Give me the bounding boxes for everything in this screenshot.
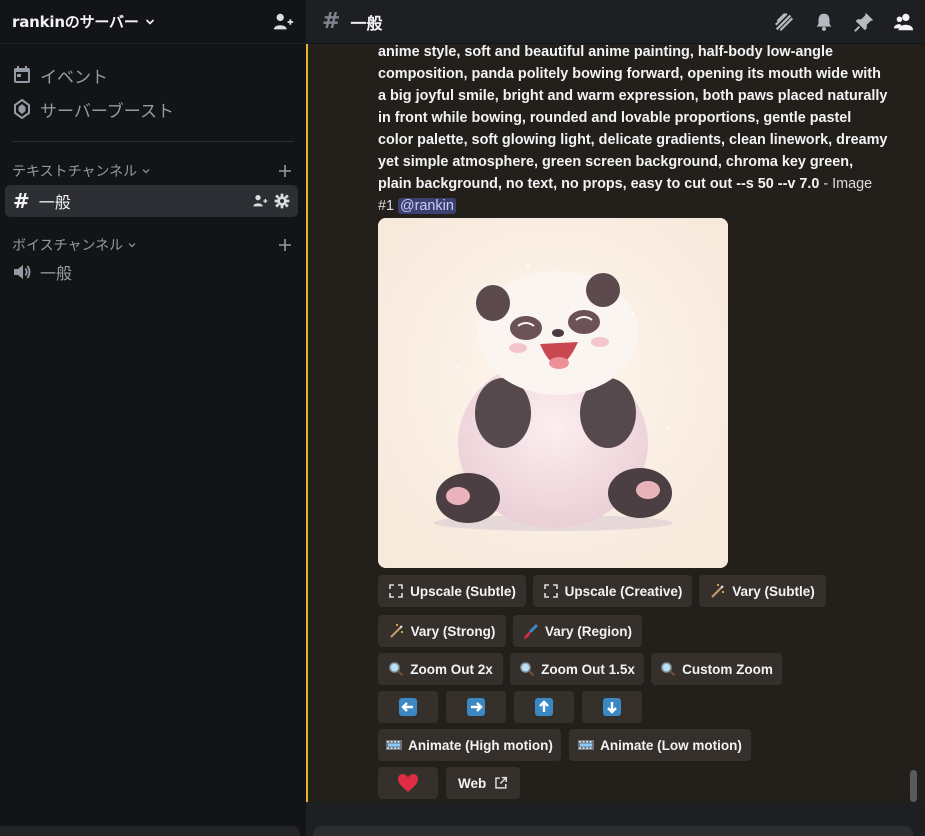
channel-item-general[interactable]: # 一般 xyxy=(5,185,298,217)
sidebar-item-label: イベント xyxy=(40,67,108,88)
button-label: Zoom Out 2x xyxy=(410,661,493,677)
arrow-right-icon xyxy=(467,698,485,716)
text-channels-category[interactable]: テキストチャンネル xyxy=(0,159,306,183)
scrollbar-thumb[interactable] xyxy=(910,770,917,802)
zoom-out-1-5x-button[interactable]: Zoom Out 1.5x xyxy=(510,653,644,685)
vary-strong-button[interactable]: Vary (Strong) xyxy=(378,615,506,647)
chevron-down-icon xyxy=(142,169,150,174)
user-panel xyxy=(0,826,300,836)
custom-zoom-button[interactable]: Custom Zoom xyxy=(651,653,782,685)
button-label: Web xyxy=(458,775,487,791)
pan-left-button[interactable] xyxy=(378,691,438,723)
button-label: Vary (Subtle) xyxy=(732,583,815,599)
category-label: ボイスチャンネル xyxy=(12,238,124,254)
chevron-down-icon xyxy=(128,243,136,248)
film-strip-icon xyxy=(386,737,403,753)
message-content: anime style, soft and beautiful anime pa… xyxy=(378,44,888,217)
channel-header: # 一般 xyxy=(306,0,925,44)
channel-sidebar: rankinのサーバー イベント サーバーブースト テキストチャンネル # 一般… xyxy=(0,0,306,836)
channel-label: 一般 xyxy=(38,193,71,212)
sidebar-item-server-boost[interactable]: サーバーブースト xyxy=(0,92,306,126)
button-label: Vary (Region) xyxy=(544,623,633,639)
bell-icon[interactable] xyxy=(813,11,835,33)
film-strip-icon xyxy=(578,737,595,753)
pan-down-button[interactable] xyxy=(582,691,642,723)
button-label: Upscale (Creative) xyxy=(564,583,683,599)
member-list-icon[interactable] xyxy=(893,11,915,33)
heart-icon xyxy=(398,774,418,792)
sidebar-item-events[interactable]: イベント xyxy=(0,58,306,92)
create-channel-icon[interactable] xyxy=(278,164,292,178)
arrow-down-icon xyxy=(603,698,621,716)
prompt-text: anime style, soft and beautiful anime pa… xyxy=(378,44,888,192)
web-link-button[interactable]: Web xyxy=(446,767,520,799)
button-label: Zoom Out 1.5x xyxy=(541,661,635,677)
expand-icon xyxy=(388,583,404,599)
pan-right-button[interactable] xyxy=(446,691,506,723)
favorite-button[interactable] xyxy=(378,767,438,799)
pin-icon[interactable] xyxy=(853,11,875,33)
sidebar-divider xyxy=(12,141,294,142)
button-label: Animate (High motion) xyxy=(408,737,553,753)
generated-image[interactable] xyxy=(378,218,728,568)
gear-icon[interactable] xyxy=(274,193,290,209)
voice-channel-item-general[interactable]: 一般 xyxy=(12,257,306,287)
user-mention[interactable]: @rankin xyxy=(398,198,456,214)
magnifier-icon xyxy=(388,661,404,677)
arrow-up-icon xyxy=(535,698,553,716)
category-label: テキストチャンネル xyxy=(12,164,138,180)
sidebar-item-label: サーバーブースト xyxy=(40,101,174,122)
button-label: Animate (Low motion) xyxy=(600,737,742,753)
text-channel-icon: # xyxy=(13,189,30,213)
button-label: Upscale (Subtle) xyxy=(410,583,516,599)
expand-icon xyxy=(543,583,559,599)
magnifier-icon xyxy=(519,661,535,677)
magnifier-icon xyxy=(660,661,676,677)
button-label: Custom Zoom xyxy=(682,661,773,677)
pan-up-button[interactable] xyxy=(514,691,574,723)
invite-people-icon[interactable] xyxy=(252,193,268,209)
chevron-down-icon[interactable] xyxy=(145,17,155,27)
create-channel-icon[interactable] xyxy=(278,238,292,252)
message-composer[interactable] xyxy=(313,826,913,836)
magic-wand-icon xyxy=(710,583,726,599)
vary-region-button[interactable]: Vary (Region) xyxy=(513,615,642,647)
animate-high-motion-button[interactable]: Animate (High motion) xyxy=(378,729,561,761)
magic-wand-icon xyxy=(389,623,405,639)
channel-title: 一般 xyxy=(350,13,383,33)
channel-label: 一般 xyxy=(40,264,73,283)
message-list[interactable]: anime style, soft and beautiful anime pa… xyxy=(306,44,925,802)
threads-icon[interactable] xyxy=(773,11,795,33)
animate-low-motion-button[interactable]: Animate (Low motion) xyxy=(569,729,751,761)
server-header[interactable]: rankinのサーバー xyxy=(0,0,306,44)
arrow-left-icon xyxy=(399,698,417,716)
external-link-icon xyxy=(495,776,508,789)
voice-channels-category[interactable]: ボイスチャンネル xyxy=(0,233,306,257)
paintbrush-icon xyxy=(523,623,539,639)
invite-people-icon[interactable] xyxy=(272,11,294,33)
vary-subtle-button[interactable]: Vary (Subtle) xyxy=(699,575,826,607)
server-name[interactable]: rankinのサーバー xyxy=(12,11,139,32)
upscale-subtle-button[interactable]: Upscale (Subtle) xyxy=(378,575,526,607)
zoom-out-2x-button[interactable]: Zoom Out 2x xyxy=(378,653,503,685)
speaker-icon xyxy=(14,265,31,279)
upscale-creative-button[interactable]: Upscale (Creative) xyxy=(533,575,692,607)
text-channel-icon: # xyxy=(322,9,341,34)
calendar-icon xyxy=(12,65,32,85)
button-label: Vary (Strong) xyxy=(410,623,496,639)
boost-icon xyxy=(12,99,32,119)
